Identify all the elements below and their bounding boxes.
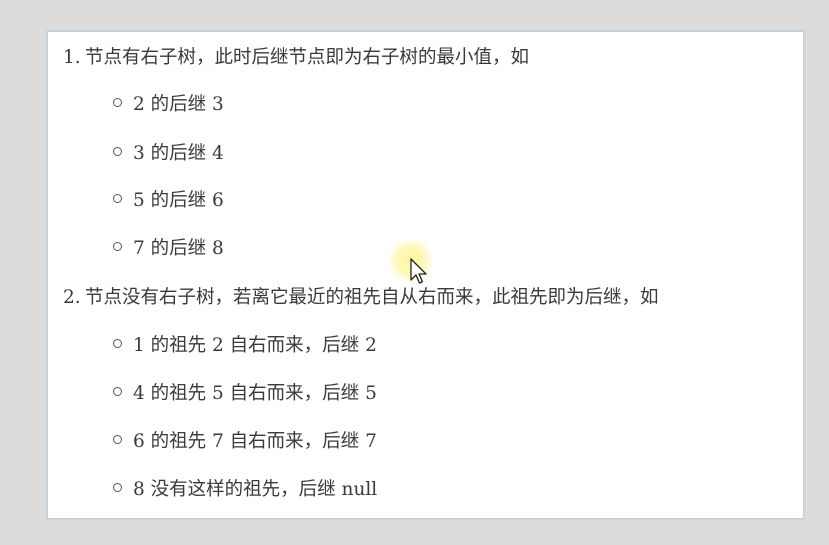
sub-list-item-text: 3 的后继 4 (133, 143, 224, 164)
bullet-circle-icon (113, 435, 122, 444)
list-item-1: 1. 节点有右子树，此时后继节点即为右子树的最小值，如 (63, 46, 529, 70)
bullet-circle-icon (113, 242, 122, 251)
bullet-circle-icon (113, 147, 122, 156)
sub-list-item: 6 的祖先 7 自右而来，后继 7 (113, 430, 377, 454)
list-item-number: 2. (63, 287, 81, 308)
sub-list-item: 4 的祖先 5 自右而来，后继 5 (113, 382, 377, 406)
sub-list-item-text: 2 的后继 3 (133, 94, 224, 115)
bullet-circle-icon (113, 339, 122, 348)
cursor-highlight (388, 238, 438, 298)
sub-list-item-text: 6 的祖先 7 自右而来，后继 7 (133, 431, 377, 452)
list-item-text: 节点有右子树，此时后继节点即为右子树的最小值，如 (85, 47, 530, 68)
mouse-pointer-icon (410, 258, 427, 284)
bullet-circle-icon (113, 194, 122, 203)
sub-list-item-text: 8 没有这样的祖先，后继 null (133, 479, 378, 500)
sub-list-item: 2 的后继 3 (113, 93, 224, 117)
sub-list-item-text: 5 的后继 6 (133, 190, 224, 211)
sub-list-item-text: 4 的祖先 5 自右而来，后继 5 (133, 383, 377, 404)
list-item-text: 节点没有右子树，若离它最近的祖先自从右而来，此祖先即为后继，如 (85, 287, 659, 308)
sub-list-item: 1 的祖先 2 自右而来，后继 2 (113, 334, 377, 358)
sub-list-item-text: 7 的后继 8 (133, 238, 224, 259)
sub-list-item-text: 1 的祖先 2 自右而来，后继 2 (133, 335, 377, 356)
bullet-circle-icon (113, 483, 122, 492)
sub-list-item: 3 的后继 4 (113, 142, 224, 166)
bullet-circle-icon (113, 98, 122, 107)
bullet-circle-icon (113, 387, 122, 396)
sub-list-item: 8 没有这样的祖先，后继 null (113, 478, 377, 502)
list-item-2: 2. 节点没有右子树，若离它最近的祖先自从右而来，此祖先即为后继，如 (63, 286, 659, 310)
sub-list-item: 7 的后继 8 (113, 237, 224, 261)
list-item-number: 1. (63, 47, 81, 68)
sub-list-item: 5 的后继 6 (113, 189, 224, 213)
